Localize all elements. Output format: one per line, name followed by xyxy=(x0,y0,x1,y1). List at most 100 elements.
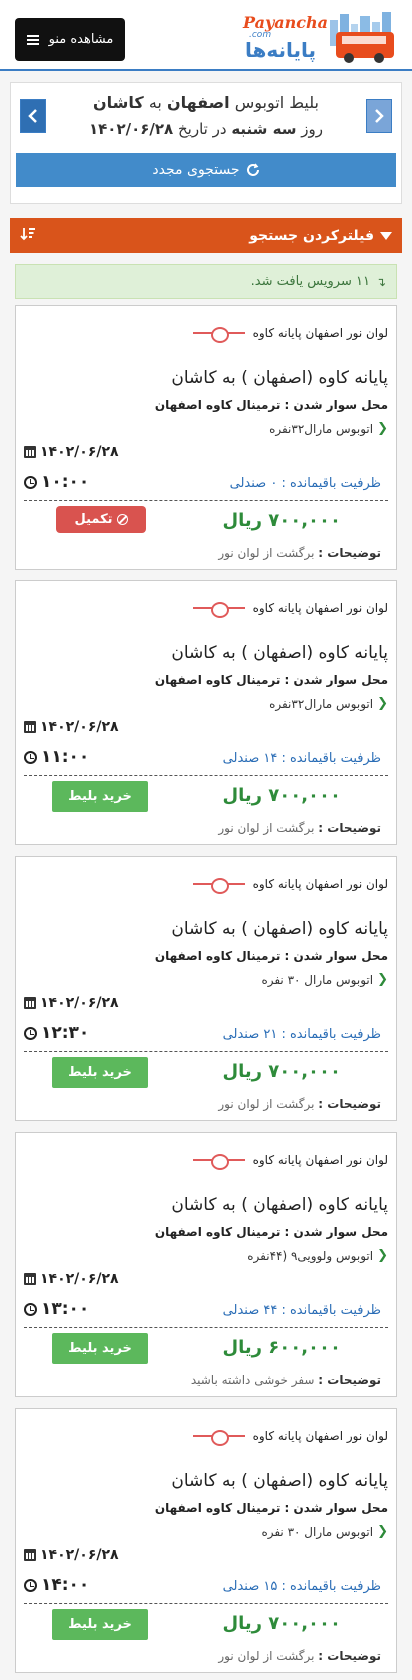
calendar-icon xyxy=(24,1273,36,1285)
company-logo-icon xyxy=(192,1429,245,1446)
departure-time: ۱۲:۳۰ xyxy=(24,1023,89,1043)
card-divider xyxy=(24,500,388,501)
departure-time: ۱۰:۰۰ xyxy=(24,472,89,492)
ticket-price: ۷۰۰,۰۰۰ ریال xyxy=(222,1061,341,1082)
refresh-icon xyxy=(246,163,259,176)
remaining-capacity: ظرفیت باقیمانده : ۱۴ صندلی xyxy=(222,751,381,766)
boarding-location: محل سوار شدن : ترمینال کاوه اصفهان xyxy=(154,1501,388,1515)
description-value: سفر خوشی داشته باشید xyxy=(190,1373,315,1387)
description-value: برگشت از لوان نور xyxy=(218,546,315,560)
service-description: توضیحات : سفر خوشی داشته باشید xyxy=(191,1373,381,1387)
bus-type: ❮ اتوبوس مارال ۳۰ نفره xyxy=(261,972,388,987)
bus-type: ❮ اتوبوس مارال ۳۰ نفره xyxy=(261,1524,388,1539)
company-name: لوان نور اصفهان پایانه کاوه xyxy=(252,326,388,340)
bus-type-label: اتوبوس مارال ۳۰ نفره xyxy=(261,1524,374,1539)
previous-day-button[interactable] xyxy=(20,99,46,133)
route-date-value: ۱۴۰۲/۰۶/۲۸ xyxy=(89,120,174,138)
boarding-location: محل سوار شدن : ترمینال کاوه اصفهان xyxy=(154,1225,388,1239)
next-day-button[interactable] xyxy=(366,99,392,133)
chevron-left-icon: ❮ xyxy=(377,1524,388,1539)
description-label: توضیحات : xyxy=(318,821,381,835)
buy-ticket-button[interactable]: خرید بلیط xyxy=(52,1609,148,1640)
route-title: بلیط اتوبوس اصفهان به کاشان xyxy=(51,93,361,112)
bus-type-label: اتوبوس مارال۳۲نفره xyxy=(269,421,374,436)
description-label: توضیحات : xyxy=(318,1649,381,1663)
chevron-left-icon xyxy=(28,109,37,123)
buy-ticket-button[interactable]: خرید بلیط xyxy=(52,1333,148,1364)
departure-time-value: ۱۱:۰۰ xyxy=(41,747,90,767)
description-value: برگشت از لوان نور xyxy=(218,821,315,835)
description-label: توضیحات : xyxy=(318,546,381,560)
company-name: لوان نور اصفهان پایانه کاوه xyxy=(252,1153,388,1167)
chevron-right-icon xyxy=(375,109,384,123)
departure-time: ۱۳:۰۰ xyxy=(24,1299,89,1319)
bus-type: ❮ اتوبوس ولوویی۹ (۴۴نفره xyxy=(247,1248,388,1263)
terminal-title: پایانه کاوه (اصفهان ) به کاشان xyxy=(171,368,388,388)
remaining-capacity: ظرفیت باقیمانده : ۱۵ صندلی xyxy=(222,1579,381,1594)
bus-icon xyxy=(336,32,394,63)
buy-ticket-label: خرید بلیط xyxy=(68,1617,132,1632)
buy-ticket-button[interactable]: خرید بلیط xyxy=(52,781,148,812)
research-button-label: جستجوی مجدد xyxy=(152,162,240,178)
research-button[interactable]: جستجوی مجدد xyxy=(16,153,396,187)
calendar-icon xyxy=(24,446,36,458)
calendar-icon xyxy=(24,997,36,1009)
company-name: لوان نور اصفهان پایانه کاوه xyxy=(252,601,388,615)
company-row: لوان نور اصفهان پایانه کاوه xyxy=(192,1429,388,1446)
departure-time-value: ۱۳:۰۰ xyxy=(41,1299,90,1319)
description-value: برگشت از لوان نور xyxy=(218,1097,315,1111)
bus-type-label: اتوبوس ولوویی۹ (۴۴نفره xyxy=(247,1248,374,1263)
clock-icon xyxy=(24,1578,37,1592)
terminal-title: پایانه کاوه (اصفهان ) به کاشان xyxy=(171,1471,388,1491)
buy-ticket-button[interactable]: خرید بلیط xyxy=(52,1057,148,1088)
route-date: روز سه شنبه در تاریخ ۱۴۰۲/۰۶/۲۸ xyxy=(51,120,361,138)
bars-icon xyxy=(26,34,39,45)
company-row: لوان نور اصفهان پایانه کاوه xyxy=(192,326,388,343)
company-row: لوان نور اصفهان پایانه کاوه xyxy=(192,877,388,894)
departure-date: ۱۴۰۲/۰۶/۲۸ xyxy=(24,995,119,1011)
company-row: لوان نور اصفهان پایانه کاوه xyxy=(192,601,388,618)
card-divider xyxy=(24,1051,388,1052)
departure-date: ۱۴۰۲/۰۶/۲۸ xyxy=(24,444,119,460)
route-title-mid: به xyxy=(148,93,162,112)
buy-ticket-label: خرید بلیط xyxy=(68,1341,132,1356)
service-card: لوان نور اصفهان پایانه کاوه پایانه کاوه (… xyxy=(15,305,397,570)
clock-icon xyxy=(24,750,37,764)
bus-type: ❮ اتوبوس مارال۳۲نفره xyxy=(269,696,388,711)
remaining-capacity: ظرفیت باقیمانده : ۰ صندلی xyxy=(229,476,381,491)
card-divider xyxy=(24,1603,388,1604)
calendar-icon xyxy=(24,1549,36,1561)
buy-ticket-label: خرید بلیط xyxy=(68,789,132,804)
site-logo[interactable]: Payancha .com پایانه‌ها xyxy=(243,10,398,63)
bus-type-label: اتوبوس مارال ۳۰ نفره xyxy=(261,972,374,987)
clock-icon xyxy=(24,1026,37,1040)
remaining-capacity: ظرفیت باقیمانده : ۲۱ صندلی xyxy=(222,1027,381,1042)
boarding-location: محل سوار شدن : ترمینال کاوه اصفهان xyxy=(154,673,388,687)
company-name: لوان نور اصفهان پایانه کاوه xyxy=(252,1429,388,1443)
sort-icon xyxy=(20,228,35,241)
chevron-left-icon: ❮ xyxy=(377,972,388,987)
site-header: مشاهده منو Payancha .com پایانه‌ها xyxy=(0,0,412,71)
buy-ticket-label: خرید بلیط xyxy=(68,1065,132,1080)
boarding-location: محل سوار شدن : ترمینال کاوه اصفهان xyxy=(154,949,388,963)
route-date-mid: در تاریخ xyxy=(177,120,227,138)
route-destination: کاشان xyxy=(93,93,144,112)
clock-icon xyxy=(24,1302,37,1316)
service-card: لوان نور اصفهان پایانه کاوه پایانه کاوه (… xyxy=(15,580,397,845)
company-row: لوان نور اصفهان پایانه کاوه xyxy=(192,1153,388,1170)
bus-type: ❮ اتوبوس مارال۳۲نفره xyxy=(269,421,388,436)
departure-date: ۱۴۰۲/۰۶/۲۸ xyxy=(24,719,119,735)
chevron-left-icon: ❮ xyxy=(377,1248,388,1263)
departure-time: ۱۱:۰۰ xyxy=(24,747,89,767)
departure-date: ۱۴۰۲/۰۶/۲۸ xyxy=(24,1271,119,1287)
filter-toggle-bar[interactable]: فیلترکردن جستجو xyxy=(10,218,402,253)
chevron-left-icon: ❮ xyxy=(377,696,388,711)
service-description: توضیحات : برگشت از لوان نور xyxy=(218,1649,381,1663)
menu-button[interactable]: مشاهده منو xyxy=(15,18,125,61)
chevron-left-icon: ❮ xyxy=(377,421,388,436)
ticket-price: ۷۰۰,۰۰۰ ریال xyxy=(222,510,341,531)
route-origin: اصفهان xyxy=(166,93,230,112)
logo-text-fa: پایانه‌ها xyxy=(245,38,317,62)
service-description: توضیحات : برگشت از لوان نور xyxy=(218,1097,381,1111)
card-divider xyxy=(24,1327,388,1328)
